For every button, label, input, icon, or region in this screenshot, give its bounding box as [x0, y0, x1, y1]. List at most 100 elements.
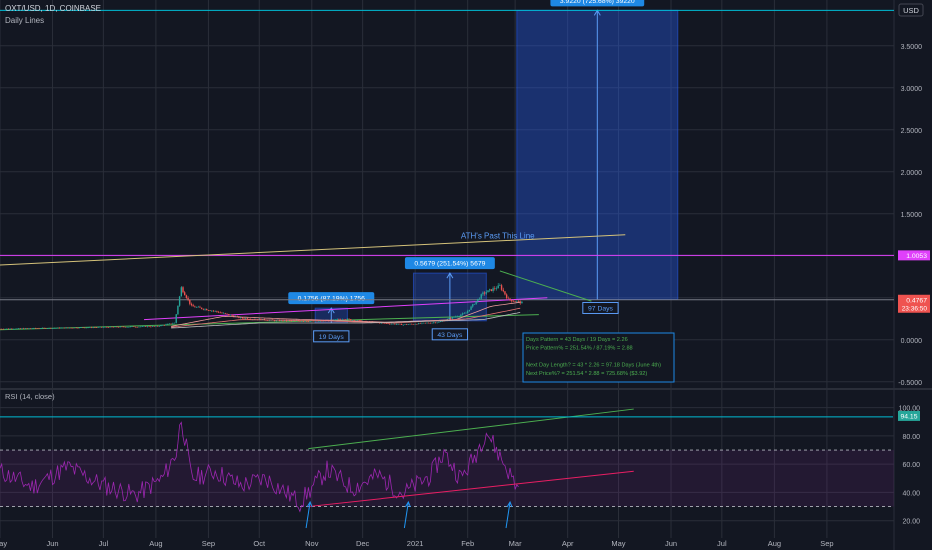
- candle-body: [111, 326, 113, 328]
- candle-body: [19, 328, 22, 329]
- candle-body: [0, 328, 1, 330]
- candle-body: [16, 328, 18, 330]
- candle-body: [133, 326, 135, 328]
- candle-body: [453, 317, 455, 318]
- candle-body: [338, 319, 340, 320]
- candle-body: [184, 292, 186, 296]
- candle-body: [475, 301, 477, 305]
- candle-body: [85, 327, 88, 329]
- candle-body: [482, 292, 484, 295]
- candle-body: [148, 326, 150, 327]
- candle-body: [211, 310, 213, 312]
- candle-body: [185, 295, 188, 299]
- candle-body: [402, 324, 404, 326]
- candle-body: [87, 327, 89, 329]
- candle-body: [163, 325, 166, 326]
- candle-body: [155, 325, 157, 327]
- annotation-line: Days Pattern = 43 Days / 19 Days = 2.26: [526, 337, 628, 343]
- x-tick-label: May: [0, 539, 7, 548]
- candle-body: [466, 311, 469, 313]
- candle-body: [143, 326, 145, 327]
- candle-body: [358, 320, 360, 321]
- candle-body: [307, 321, 310, 323]
- candle-body: [344, 319, 347, 321]
- candle-body: [317, 321, 320, 322]
- candle-body: [465, 312, 467, 314]
- candle-body: [48, 327, 50, 329]
- candle-body: [470, 306, 472, 310]
- candle-body: [124, 326, 127, 328]
- x-tick-label: May: [611, 539, 625, 548]
- candle-body: [156, 325, 159, 327]
- candle-body: [77, 327, 79, 329]
- candle-body: [424, 322, 427, 324]
- candle-body: [100, 326, 103, 328]
- candle-body: [299, 320, 301, 322]
- candle-body: [504, 291, 506, 295]
- candle-body: [128, 326, 130, 328]
- candle-body: [512, 301, 515, 302]
- candle-body: [97, 327, 99, 328]
- candle-body: [478, 298, 481, 300]
- candle-body: [4, 328, 6, 330]
- price-tick-label: 2.0000: [901, 170, 923, 177]
- trend-line-label: ATH's Past This Line: [461, 232, 535, 241]
- candle-body: [58, 327, 61, 329]
- indicator-title: Daily Lines: [5, 16, 44, 25]
- candle-body: [514, 301, 516, 302]
- candle-body: [434, 322, 437, 324]
- candle-body: [153, 326, 155, 327]
- candle-body: [407, 324, 410, 325]
- candle-body: [422, 322, 425, 324]
- candle-body: [158, 326, 160, 327]
- measure-footer: 19 Days: [319, 334, 345, 341]
- candle-body: [170, 323, 172, 325]
- candle-body: [489, 289, 491, 291]
- candle-body: [192, 305, 194, 307]
- candle-body: [394, 323, 396, 325]
- candle-body: [239, 317, 242, 319]
- candle-body: [502, 289, 504, 292]
- candle-body: [221, 312, 223, 314]
- candle-body: [75, 327, 77, 329]
- candle-body: [112, 326, 115, 328]
- candle-body: [334, 319, 337, 320]
- candle-body: [6, 328, 8, 330]
- candle-body: [0, 328, 3, 330]
- candle-body: [9, 328, 11, 330]
- candle-body: [177, 305, 179, 315]
- candle-body: [26, 328, 28, 329]
- candle-body: [389, 323, 391, 325]
- candle-body: [151, 326, 154, 327]
- candle-body: [339, 319, 342, 320]
- candle-body: [451, 317, 454, 319]
- candle-body: [172, 323, 174, 325]
- candle-body: [414, 324, 416, 325]
- rsi-value-badge-text: 94.15: [900, 413, 917, 420]
- candle-body: [507, 298, 510, 299]
- candle-body: [392, 323, 394, 325]
- candle-body: [129, 326, 132, 328]
- candle-body: [117, 327, 120, 328]
- x-tick-label: Oct: [253, 539, 266, 548]
- candle-body: [456, 316, 459, 317]
- candle-body: [189, 299, 191, 304]
- candle-body: [460, 314, 462, 316]
- candle-body: [217, 311, 220, 313]
- candle-body: [136, 326, 138, 328]
- candle-body: [487, 290, 489, 293]
- candle-body: [53, 328, 55, 329]
- currency-badge[interactable]: USD: [903, 6, 919, 15]
- measure-label: 0.1756 (87.19%) 1756: [298, 296, 365, 303]
- candle-body: [150, 326, 152, 328]
- candle-body: [497, 285, 499, 289]
- candle-body: [60, 327, 62, 329]
- candle-body: [61, 327, 64, 329]
- trading-chart[interactable]: 0.1756 (87.19%) 1756 19 Days 0.5679 (251.5…: [0, 0, 932, 550]
- annotation-line: Next Day Length? = 43 * 2.26 = 97.18 Day…: [526, 363, 661, 369]
- candle-body: [219, 312, 221, 314]
- candle-body: [23, 328, 25, 329]
- candle-body: [405, 324, 408, 325]
- candle-body: [212, 310, 215, 312]
- candle-body: [228, 313, 230, 316]
